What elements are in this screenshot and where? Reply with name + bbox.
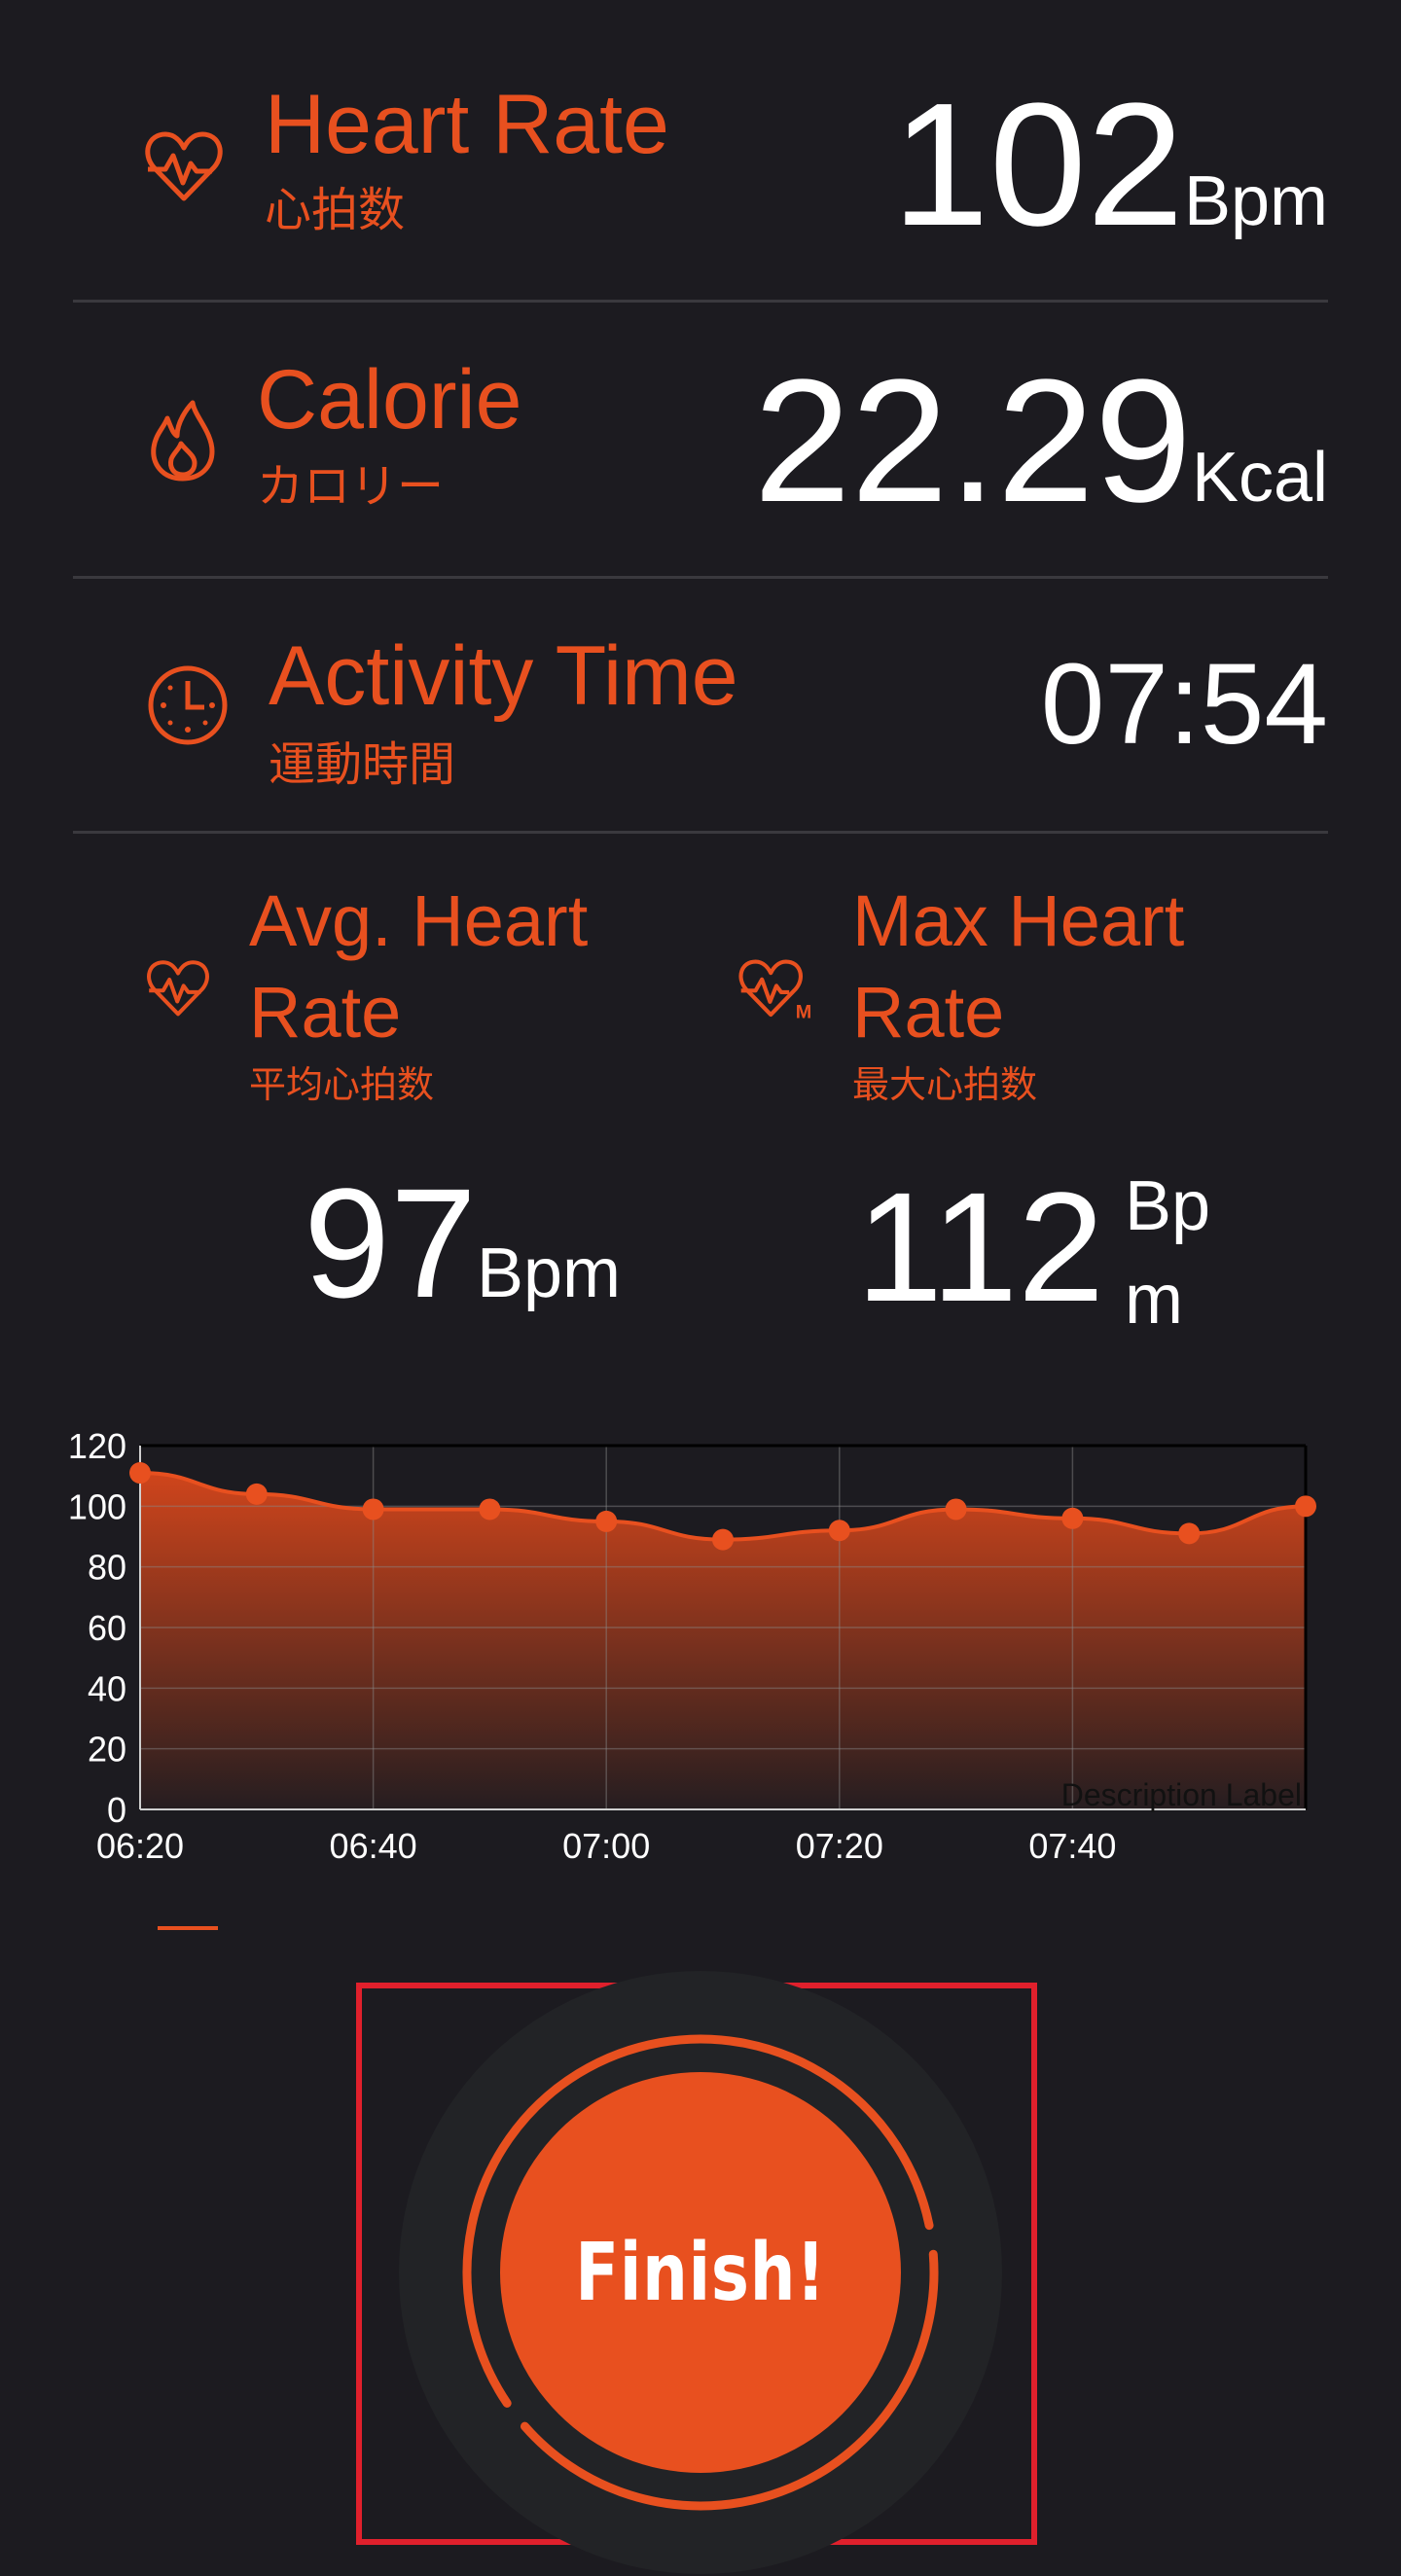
chart-x-tick-label: 06:40 — [330, 1826, 417, 1866]
chart-data-point — [479, 1498, 501, 1521]
chart-data-point — [712, 1528, 734, 1551]
divider — [73, 300, 1328, 303]
chart-y-tick-label: 20 — [88, 1730, 126, 1770]
finish-button[interactable]: Finish! — [500, 2072, 901, 2473]
chart-data-point — [1178, 1522, 1201, 1545]
heart-rate-chart-svg: 0 20 40 60 80 100 120 06:20 06:40 07:00 07:20 07:40… — [68, 1426, 1316, 1866]
chart-data-point — [245, 1483, 268, 1505]
svg-text:M: M — [796, 1001, 811, 1020]
max-heart-rate-subtitle: 最大心拍数 — [852, 1063, 1038, 1106]
calorie-value: 22.29 — [753, 343, 1192, 539]
chart-area-fill — [140, 1473, 1306, 1809]
heart-rate-subtitle: 心拍数 — [265, 183, 406, 237]
chart-data-point — [362, 1498, 384, 1521]
clock-icon — [146, 663, 230, 747]
avg-heart-rate-unit: Bpm — [476, 1234, 622, 1312]
activity-time-title: Activity Time — [269, 629, 738, 723]
max-heart-rate-unit-line2: m — [1125, 1261, 1183, 1339]
chart-y-tick-label: 120 — [68, 1426, 126, 1466]
divider — [73, 831, 1328, 834]
chart-x-tick-label: 07:20 — [796, 1826, 883, 1866]
calorie-subtitle: カロリー — [257, 459, 445, 514]
chart-data-point — [1295, 1495, 1316, 1518]
heart-rate-unit: Bpm — [1183, 162, 1328, 240]
chart-description-label: Description Label — [1061, 1777, 1302, 1812]
avg-heart-rate-title-line2: Rate — [249, 972, 402, 1053]
heart-rate-title: Heart Rate — [265, 78, 669, 171]
heart-rate-chart: 0 20 40 60 80 100 120 06:20 06:40 07:00 07:20 07:40… — [39, 1420, 1382, 1887]
chart-x-tick-label: 06:20 — [96, 1826, 184, 1866]
avg-heart-rate-value-group: 97Bpm — [304, 1165, 621, 1321]
chart-y-tick-label: 60 — [88, 1608, 126, 1648]
max-heart-rate-title-line2: Rate — [852, 972, 1005, 1053]
heart-pulse-icon — [144, 126, 224, 204]
flame-icon — [148, 399, 218, 483]
calorie-unit: Kcal — [1191, 439, 1328, 517]
chart-y-tick-label: 80 — [88, 1548, 126, 1588]
max-heart-rate-unit-line1: Bp — [1125, 1167, 1211, 1245]
avg-heart-rate-title-line1: Avg. Heart — [249, 880, 589, 961]
max-heart-rate-value: 112 — [856, 1160, 1105, 1334]
chart-x-tick-label: 07:40 — [1028, 1826, 1116, 1866]
avg-heart-rate-value: 97 — [304, 1156, 477, 1330]
avg-heart-rate-subtitle: 平均心拍数 — [249, 1063, 435, 1106]
max-heart-rate-title-line1: Max Heart — [852, 880, 1185, 961]
chart-data-point — [595, 1510, 618, 1532]
chart-data-point — [945, 1498, 967, 1521]
legend-marker — [158, 1926, 218, 1930]
chart-y-tick-label: 0 — [107, 1790, 126, 1830]
heart-rate-value: 102 — [891, 67, 1184, 263]
chart-x-tick-label: 07:00 — [562, 1826, 650, 1866]
chart-data-point — [828, 1520, 850, 1542]
activity-time-subtitle: 運動時間 — [269, 737, 456, 792]
chart-y-tick-label: 40 — [88, 1668, 126, 1708]
heart-pulse-icon — [146, 955, 210, 1020]
divider — [73, 576, 1328, 579]
calorie-title: Calorie — [257, 353, 522, 447]
calorie-value-group: 22.29Kcal — [753, 354, 1328, 529]
heart-max-icon: M — [737, 955, 815, 1022]
finish-button-label: Finish! — [575, 2226, 826, 2319]
chart-data-point — [129, 1462, 151, 1485]
activity-time-value: 07:54 — [1040, 640, 1328, 769]
chart-y-tick-label: 100 — [68, 1486, 126, 1526]
heart-rate-value-group: 102Bpm — [892, 78, 1328, 253]
chart-data-point — [1061, 1507, 1084, 1529]
